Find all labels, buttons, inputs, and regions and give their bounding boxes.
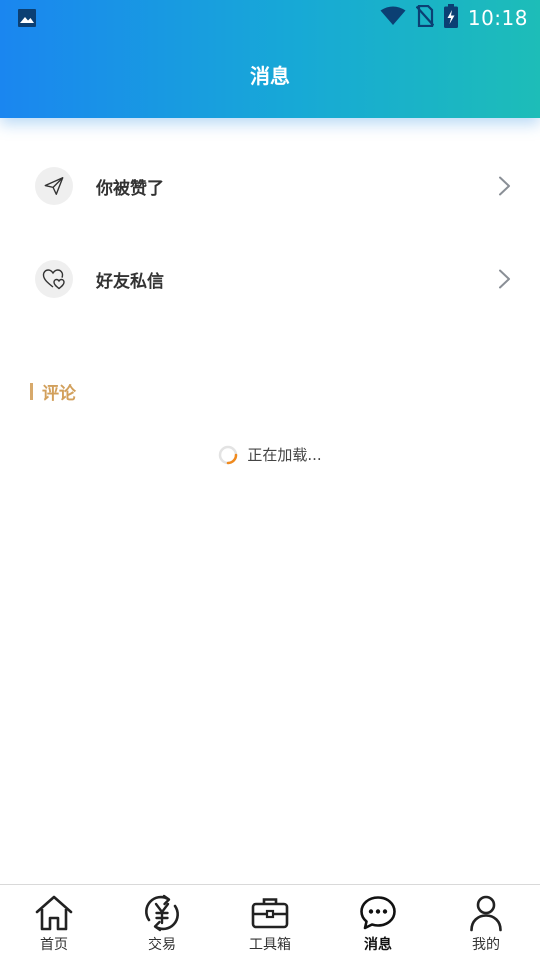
section-accent-bar bbox=[30, 382, 33, 400]
section-title: 评论 bbox=[42, 383, 76, 404]
chevron-right-icon bbox=[497, 176, 513, 196]
nav-item-mine[interactable]: 我的 bbox=[432, 885, 540, 961]
wifi-icon bbox=[380, 6, 406, 30]
nav-item-trade[interactable]: 交易 bbox=[108, 885, 216, 961]
nav-label: 工具箱 bbox=[249, 937, 291, 953]
battery-charging-icon bbox=[443, 4, 458, 32]
app-header: 10:18 消息 bbox=[0, 0, 540, 118]
nav-label: 交易 bbox=[148, 937, 176, 953]
no-sim-icon bbox=[415, 4, 435, 31]
status-bar: 10:18 bbox=[0, 0, 540, 36]
page-title: 消息 bbox=[250, 64, 290, 88]
status-time: 10:18 bbox=[467, 6, 528, 30]
nav-label: 消息 bbox=[364, 937, 392, 953]
yen-exchange-icon bbox=[142, 894, 182, 932]
chevron-right-icon bbox=[497, 269, 513, 289]
bottom-nav: 首页 交易 工具箱 消息 我的 bbox=[0, 884, 540, 961]
list-item-likes[interactable]: 你被赞了 bbox=[0, 146, 540, 226]
double-heart-icon bbox=[35, 260, 73, 298]
nav-label: 首页 bbox=[40, 937, 68, 953]
image-icon bbox=[18, 9, 36, 27]
person-icon bbox=[466, 894, 506, 932]
toolbox-icon bbox=[250, 894, 290, 932]
list-item-label: 好友私信 bbox=[96, 272, 164, 292]
loading-indicator: 正在加载... bbox=[0, 444, 540, 465]
home-icon bbox=[34, 894, 74, 932]
nav-item-messages[interactable]: 消息 bbox=[324, 885, 432, 961]
nav-item-toolbox[interactable]: 工具箱 bbox=[216, 885, 324, 961]
chat-bubble-icon bbox=[358, 894, 398, 932]
comments-section-header: 评论 bbox=[30, 380, 76, 404]
nav-label: 我的 bbox=[472, 937, 500, 953]
list-item-label: 你被赞了 bbox=[96, 179, 164, 199]
spinner-icon bbox=[218, 445, 238, 465]
paper-plane-icon bbox=[35, 167, 73, 205]
list-item-private-messages[interactable]: 好友私信 bbox=[0, 239, 540, 319]
nav-item-home[interactable]: 首页 bbox=[0, 885, 108, 961]
loading-text: 正在加载... bbox=[247, 446, 322, 464]
